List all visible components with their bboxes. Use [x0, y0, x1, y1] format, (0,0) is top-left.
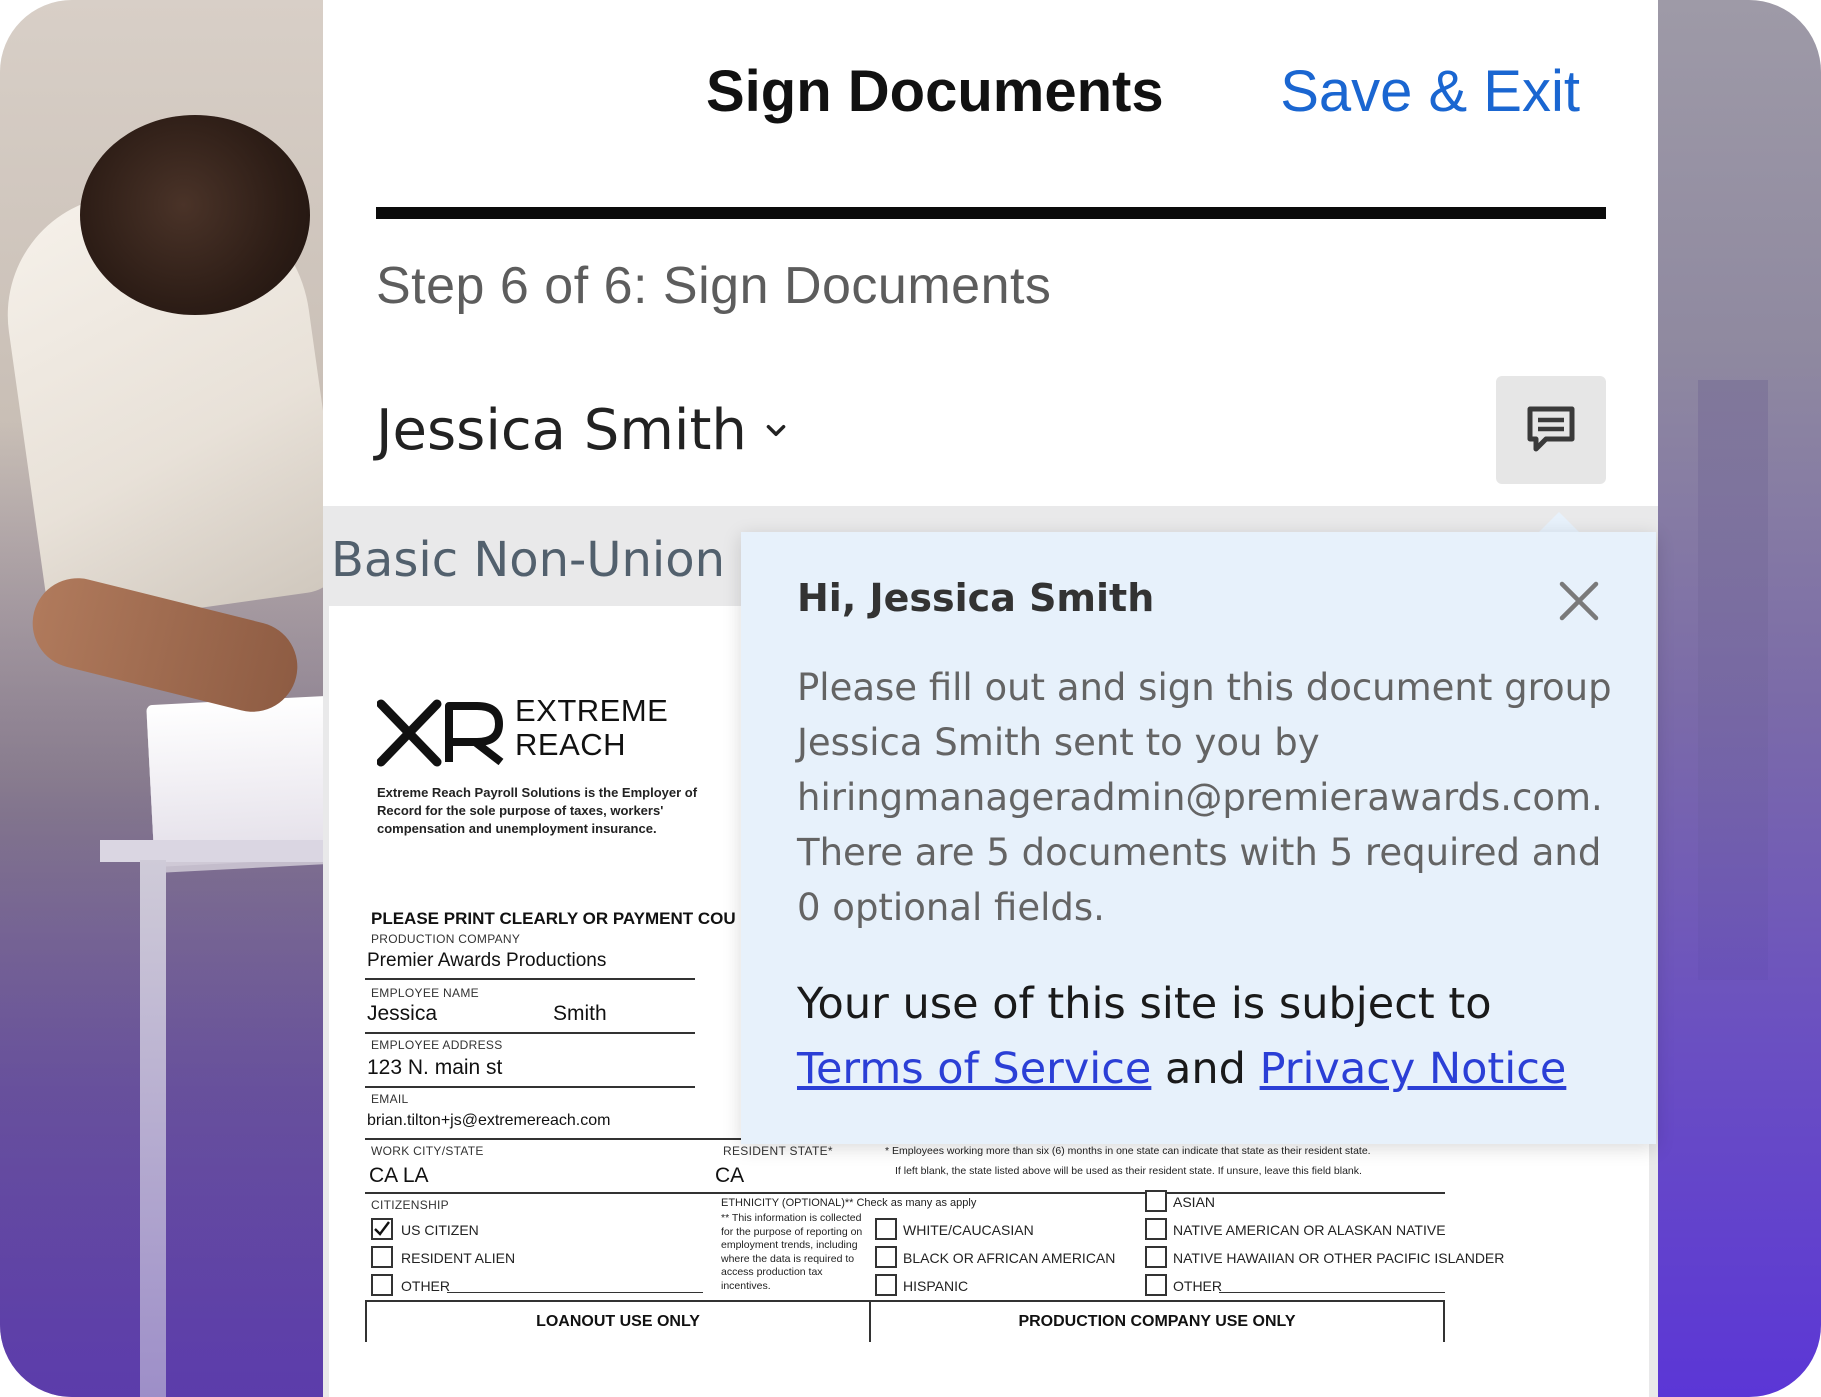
- checkmark-icon: [374, 1221, 390, 1236]
- email-field[interactable]: brian.tilton+js@extremereach.com: [367, 1112, 610, 1130]
- document-title: Basic Non-Union: [331, 532, 726, 588]
- email-label: EMAIL: [371, 1092, 409, 1106]
- last-name-field[interactable]: Smith: [553, 1002, 607, 1026]
- citizenship-option-label: OTHER: [401, 1278, 450, 1294]
- ethnicity-option-label: BLACK OR AFRICAN AMERICAN: [903, 1250, 1116, 1266]
- ethnicity-label: ETHNICITY (OPTIONAL)** Check as many as …: [721, 1197, 977, 1209]
- xr-logo-line1: EXTREME: [515, 693, 669, 728]
- citizenship-option-label: US CITIZEN: [401, 1222, 479, 1238]
- us-citizen-checkbox[interactable]: [371, 1218, 393, 1240]
- first-name-field[interactable]: Jessica: [367, 1002, 437, 1026]
- ethnicity-option-label: ASIAN: [1173, 1194, 1216, 1210]
- field-underline: [365, 1032, 695, 1034]
- legal-notice: Your use of this site is subject to Term…: [797, 972, 1627, 1102]
- production-company-field[interactable]: Premier Awards Productions: [367, 950, 606, 972]
- photo-person-head: [80, 115, 310, 315]
- xr-logo-icon: [377, 699, 504, 767]
- popover-message: Please fill out and sign this document g…: [797, 666, 1612, 929]
- field-underline: [1219, 1292, 1445, 1293]
- legal-prefix: Your use of this site is subject to: [797, 979, 1492, 1029]
- privacy-notice-link[interactable]: Privacy Notice: [1260, 1044, 1567, 1094]
- welcome-popover: Hi, Jessica Smith Please fill out and si…: [741, 532, 1656, 1144]
- citizenship-label: CITIZENSHIP: [371, 1198, 449, 1212]
- employer-note: Extreme Reach Payroll Solutions is the E…: [377, 785, 698, 836]
- close-icon[interactable]: [1556, 578, 1602, 624]
- photo-streak: [1698, 380, 1768, 980]
- ethnicity-checkbox[interactable]: [1145, 1190, 1167, 1212]
- page-title: Sign Documents: [706, 59, 1164, 124]
- ethnicity-checkbox[interactable]: [1145, 1218, 1167, 1240]
- background-photo-right: [1658, 0, 1821, 1397]
- ethnicity-option-label: WHITE/CAUCASIAN: [903, 1222, 1034, 1238]
- citizenship-option-label: RESIDENT ALIEN: [401, 1250, 516, 1266]
- photo-table-leg: [140, 860, 166, 1397]
- loanout-box: LOANOUT USE ONLY: [367, 1302, 871, 1342]
- popover-arrow: [1537, 512, 1581, 534]
- ethnicity-checkbox[interactable]: [875, 1218, 897, 1240]
- use-only-row: LOANOUT USE ONLY PRODUCTION COMPANY USE …: [365, 1300, 1445, 1342]
- terms-of-service-link[interactable]: Terms of Service: [797, 1044, 1151, 1094]
- employee-name-label: EMPLOYEE NAME: [371, 986, 479, 1000]
- recipient-name: Jessica Smith: [376, 398, 747, 463]
- ethnicity-checkbox[interactable]: [875, 1274, 897, 1296]
- recipient-selector[interactable]: Jessica Smith: [376, 398, 789, 463]
- legal-and: and: [1165, 1044, 1246, 1094]
- work-city-state-field[interactable]: CA LA: [369, 1164, 429, 1188]
- xr-logo-line2: REACH: [515, 727, 627, 762]
- ethnicity-option-label: NATIVE AMERICAN OR ALASKAN NATIVE: [1173, 1222, 1446, 1238]
- xr-logo-text: EXTREME REACH: [515, 694, 668, 762]
- resident-state-field[interactable]: CA: [715, 1164, 744, 1188]
- ethnicity-option-label: HISPANIC: [903, 1278, 969, 1294]
- chevron-down-icon: [766, 424, 786, 436]
- ethnicity-note: ** This information is collected for the…: [721, 1212, 863, 1292]
- work-city-state-label: WORK CITY/STATE: [371, 1144, 484, 1158]
- resident-state-label: RESIDENT STATE*: [723, 1144, 833, 1158]
- production-box: PRODUCTION COMPANY USE ONLY: [1018, 1313, 1296, 1330]
- citizenship-other-checkbox[interactable]: [371, 1274, 393, 1296]
- ethnicity-checkbox[interactable]: [1145, 1246, 1167, 1268]
- message-button[interactable]: [1496, 376, 1606, 484]
- background-photo-left: [0, 0, 323, 1397]
- photo-paper-stack: [146, 694, 323, 856]
- step-label: Step 6 of 6: Sign Documents: [376, 257, 1052, 315]
- field-underline: [365, 1192, 1445, 1194]
- production-company-label: PRODUCTION COMPANY: [371, 932, 521, 946]
- ethnicity-checkbox[interactable]: [1145, 1274, 1167, 1296]
- popover-title: Hi, Jessica Smith: [797, 576, 1155, 620]
- ethnicity-option-label: NATIVE HAWAIIAN OR OTHER PACIFIC ISLANDE…: [1173, 1250, 1505, 1266]
- resident-note-1: * Employees working more than six (6) mo…: [885, 1145, 1371, 1157]
- photo-table-top: [100, 840, 323, 862]
- progress-bar: [376, 207, 1606, 219]
- field-underline: [365, 978, 695, 980]
- ethnicity-option-label: OTHER: [1173, 1278, 1222, 1294]
- resident-alien-checkbox[interactable]: [371, 1246, 393, 1268]
- message-icon: [1527, 406, 1575, 452]
- save-exit-link[interactable]: Save & Exit: [1280, 58, 1580, 125]
- print-clearly-heading: PLEASE PRINT CLEARLY OR PAYMENT COU: [371, 909, 736, 928]
- field-underline: [365, 1086, 695, 1088]
- resident-note-2: If left blank, the state listed above wi…: [895, 1165, 1362, 1177]
- ethnicity-checkbox[interactable]: [875, 1246, 897, 1268]
- field-underline: [447, 1292, 703, 1293]
- screenshot-frame: Sign Documents Save & Exit Step 6 of 6: …: [0, 0, 1821, 1397]
- address-field[interactable]: 123 N. main st: [367, 1056, 502, 1080]
- employee-address-label: EMPLOYEE ADDRESS: [371, 1038, 503, 1052]
